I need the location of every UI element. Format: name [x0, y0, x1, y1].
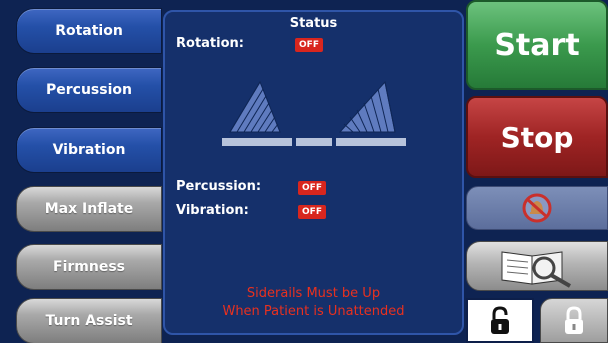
stop-button[interactable]: Stop [466, 96, 608, 178]
siderail-warning-line2: When Patient is Unattended [222, 304, 405, 319]
manual-button[interactable] [466, 241, 608, 291]
unlocked-padlock-icon [491, 305, 509, 334]
vibration-off-badge: OFF [298, 205, 326, 219]
vibration-button[interactable]: Vibration [16, 127, 162, 173]
left-rotation-wedge [229, 80, 281, 133]
status-title: Status [289, 16, 338, 31]
muted-bell-icon [522, 193, 552, 223]
start-button[interactable]: Start [466, 0, 608, 90]
rotation-button[interactable]: Rotation [16, 8, 162, 54]
stop-button-label: Stop [500, 120, 574, 154]
max-inflate-button[interactable]: Max Inflate [16, 186, 162, 232]
percussion-off-badge: OFF [298, 181, 326, 195]
turn-assist-button[interactable]: Turn Assist [16, 298, 162, 343]
percussion-button[interactable]: Percussion [16, 67, 162, 113]
siderail-warning-line1: Siderails Must be Up [246, 286, 381, 301]
status-panel: Status Rotation: OFF Percussion: OFF Vib… [163, 10, 464, 335]
bed-control-screen: Rotation Percussion Vibration Max Inflat… [0, 0, 608, 343]
bed-segment-middle [296, 138, 332, 146]
percussion-button-label: Percussion [46, 82, 132, 98]
firmness-button[interactable]: Firmness [16, 244, 162, 290]
start-button-label: Start [494, 27, 580, 63]
rotation-button-label: Rotation [55, 23, 123, 39]
unlock-button[interactable] [466, 298, 534, 343]
bed-segment-left [222, 138, 292, 146]
rotation-status-label: Rotation: [176, 36, 244, 51]
manual-magnifier-icon [501, 251, 572, 288]
max-inflate-button-label: Max Inflate [44, 201, 134, 217]
right-rotation-wedge [338, 80, 396, 133]
bed-rotation-icon [222, 80, 406, 146]
vibration-status-label: Vibration: [176, 203, 249, 218]
percussion-status-label: Percussion: [176, 179, 262, 194]
locked-padlock-icon [565, 305, 583, 334]
turn-assist-button-label: Turn Assist [45, 313, 133, 329]
lock-button[interactable] [540, 298, 608, 343]
mute-alarm-button[interactable] [466, 186, 608, 230]
vibration-button-label: Vibration [52, 142, 126, 158]
rotation-off-badge: OFF [295, 38, 323, 52]
bed-segment-right [336, 138, 406, 146]
firmness-button-label: Firmness [53, 259, 125, 275]
